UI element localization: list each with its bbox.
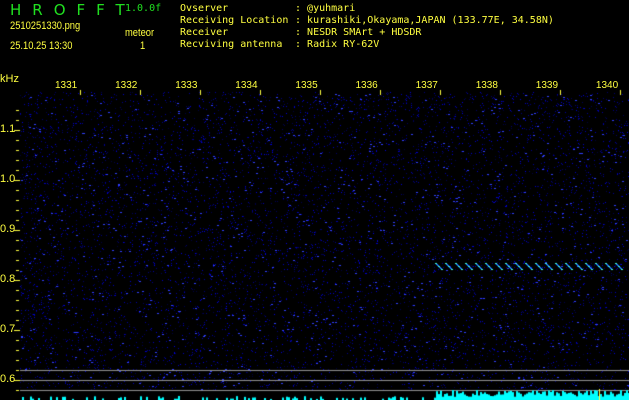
info-label: Receiving Location (180, 15, 289, 26)
info-label: Recviving antenna (180, 39, 283, 50)
info-value: NESDR SMArt + HDSDR (307, 27, 422, 38)
meteor-count-value: 1 (140, 40, 146, 52)
x-tick-label: 1332 (115, 80, 138, 91)
y-tick-label: 0.8 (0, 273, 16, 285)
y-tick-label: 0.7 (0, 323, 16, 335)
y-tick-label: 0.9 (0, 223, 16, 235)
y-tick-label: 1.0 (0, 173, 16, 185)
y-axis-unit: kHz (0, 73, 19, 85)
version-label: 1.0.0f (125, 3, 162, 14)
y-tick-label: 1.1 (0, 123, 16, 135)
x-tick-label: 1334 (235, 80, 258, 91)
y-tick-label: 0.6 (0, 373, 16, 385)
info-label: Receiver (180, 27, 229, 38)
info-value: Radix RY-62V (307, 39, 380, 50)
x-tick-label: 1335 (295, 80, 318, 91)
datetime-label: 25.10.25 13:30 (10, 40, 73, 52)
x-tick-label: 1336 (355, 80, 378, 91)
x-tick-label: 1338 (475, 80, 498, 91)
x-tick-label: 1340 (595, 80, 619, 91)
filename-label: 2510251330.png (10, 20, 81, 32)
info-value: kurashiki,Okayama,JAPAN (133.77E, 34.58N… (307, 15, 554, 26)
x-tick-label: 1339 (535, 80, 559, 91)
spectrogram-waterfall (0, 0, 629, 400)
info-label: Ovserver (180, 3, 229, 14)
info-value: @yuhmari (307, 3, 356, 14)
app-logo: HROFFT (10, 1, 136, 19)
x-tick-label: 1337 (415, 80, 438, 91)
x-tick-label: 1333 (175, 80, 198, 91)
meteor-count-label: meteor (125, 27, 155, 39)
x-tick-label: 1331 (55, 80, 78, 91)
